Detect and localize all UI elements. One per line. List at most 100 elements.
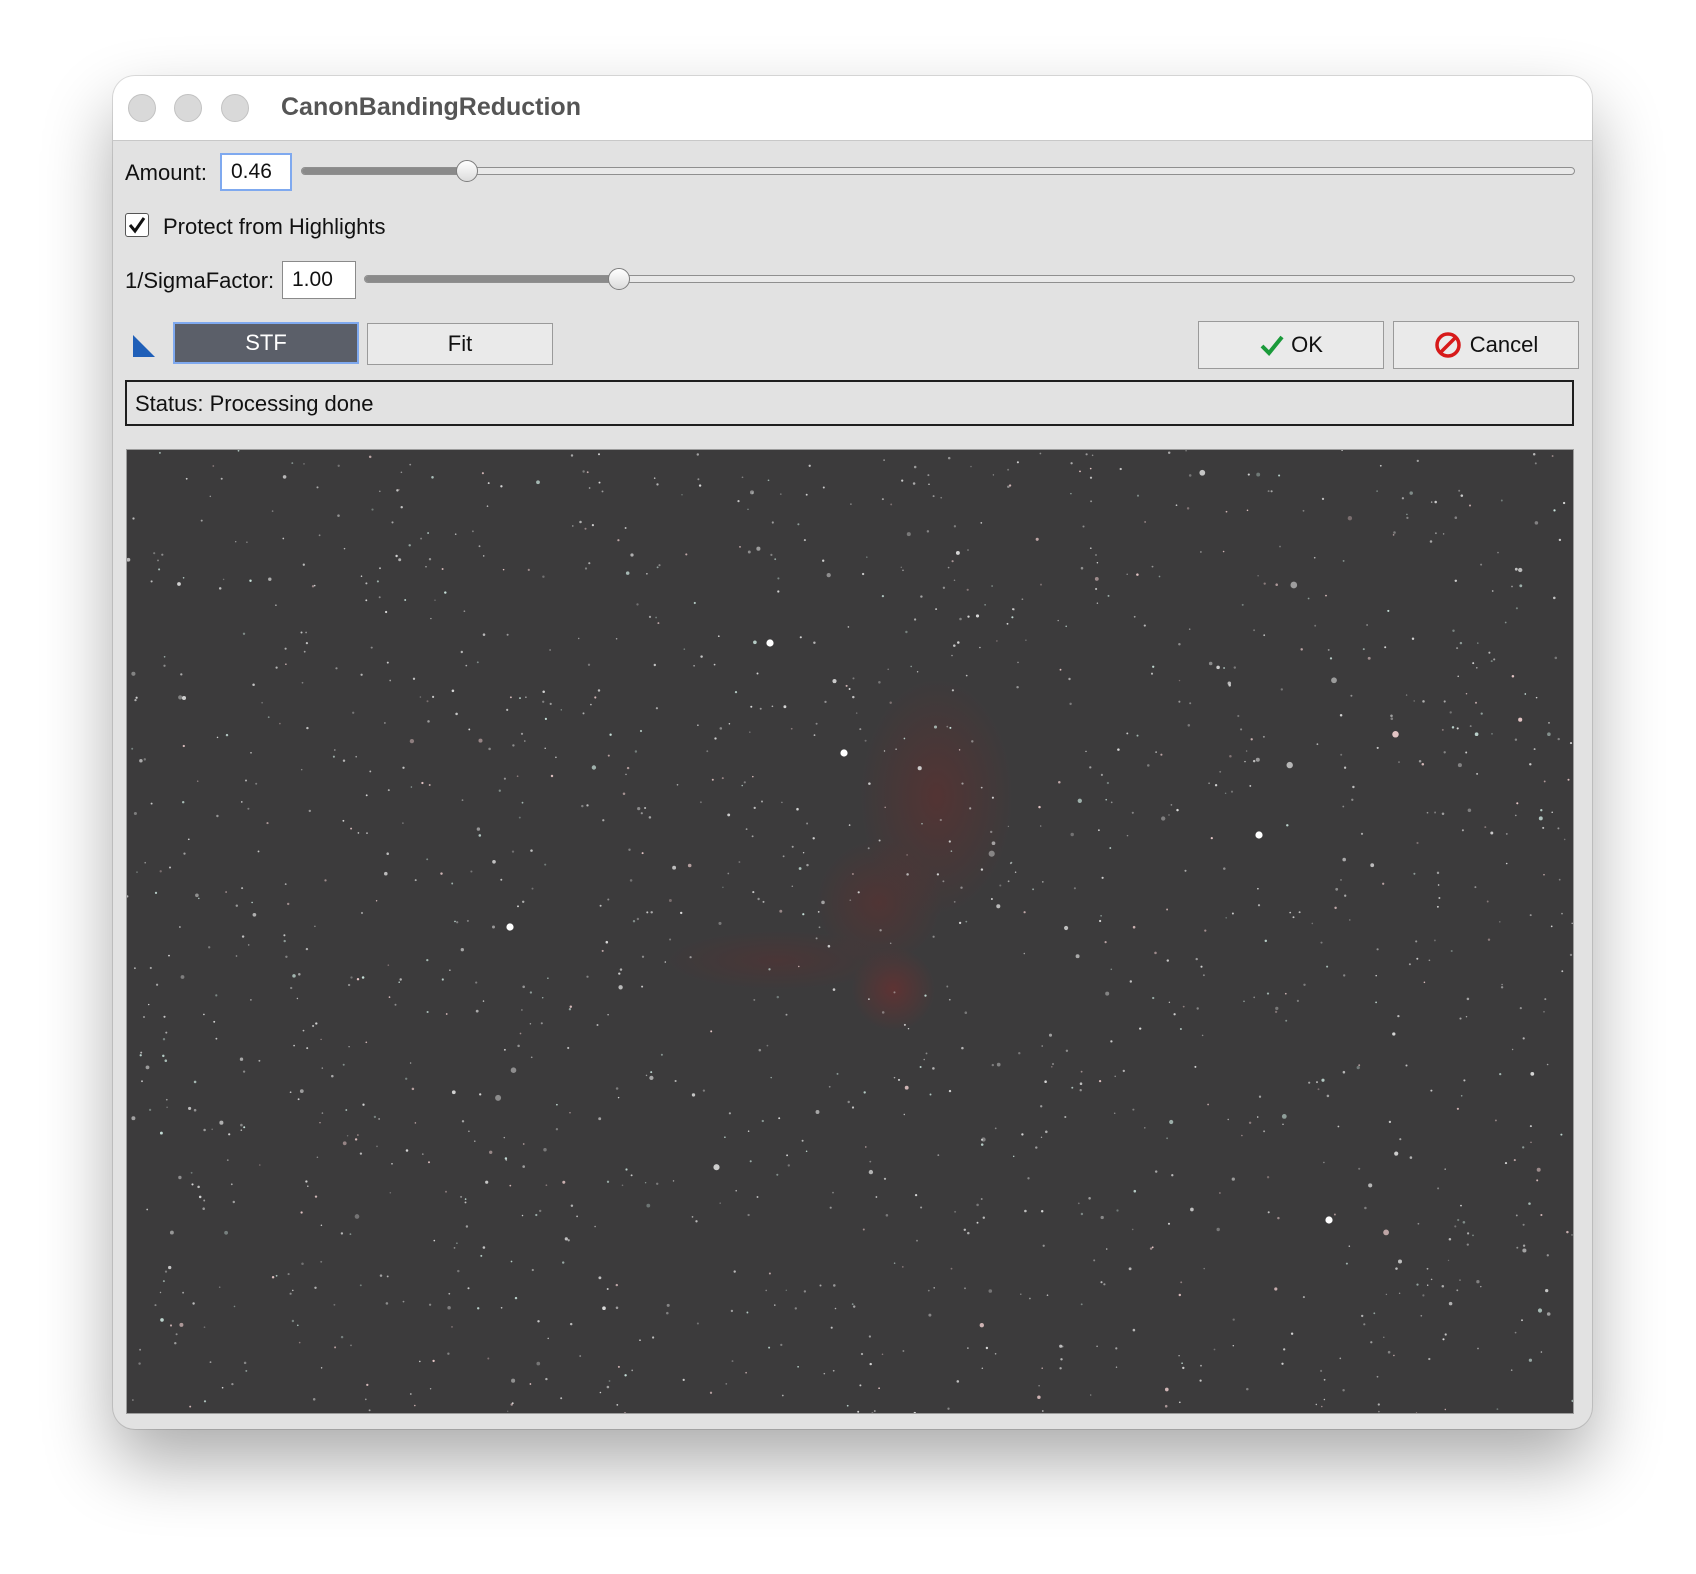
star: [313, 584, 316, 587]
star: [615, 1306, 619, 1310]
protect-highlights-checkbox[interactable]: [125, 213, 149, 237]
star: [827, 944, 831, 948]
star: [743, 781, 746, 784]
star: [451, 1090, 456, 1095]
ok-button[interactable]: OK: [1198, 321, 1384, 369]
star: [1466, 997, 1470, 1001]
star: [1384, 646, 1387, 649]
fit-button[interactable]: Fit: [367, 323, 553, 365]
star: [1105, 1248, 1108, 1250]
star: [203, 1128, 206, 1132]
star: [1516, 1246, 1519, 1249]
star: [1196, 1007, 1199, 1010]
star: [1094, 576, 1099, 581]
star: [1178, 1354, 1180, 1357]
star: [225, 891, 227, 893]
star: [883, 750, 886, 752]
star: [727, 813, 731, 817]
star: [1203, 1267, 1205, 1270]
star: [1522, 1037, 1525, 1040]
star: [999, 884, 1002, 887]
star: [1472, 662, 1475, 665]
star: [517, 1044, 520, 1048]
star: [883, 1177, 887, 1180]
star: [706, 750, 709, 753]
star: [271, 1275, 275, 1279]
star: [991, 796, 994, 799]
star: [873, 1410, 876, 1412]
star: [1376, 1375, 1379, 1378]
star: [893, 1262, 896, 1264]
sigma-input[interactable]: [282, 261, 356, 299]
star: [319, 1121, 321, 1124]
star: [398, 558, 402, 562]
amount-input[interactable]: [220, 153, 292, 191]
star: [696, 1322, 699, 1325]
star: [907, 1027, 910, 1030]
star: [646, 911, 649, 914]
star: [296, 997, 299, 1000]
star: [623, 1412, 627, 1413]
star: [900, 566, 903, 569]
star: [1388, 1120, 1392, 1124]
star: [337, 514, 340, 517]
star: [1255, 757, 1260, 762]
star: [753, 806, 756, 810]
star: [257, 850, 260, 853]
star: [1460, 1204, 1462, 1207]
star: [586, 975, 589, 978]
star: [1080, 1070, 1083, 1073]
bright-star: [766, 639, 774, 647]
star: [1378, 1410, 1380, 1413]
star: [1323, 1161, 1325, 1164]
star: [1463, 1079, 1466, 1082]
stf-button[interactable]: STF: [173, 322, 359, 364]
amount-slider-thumb[interactable]: [456, 160, 479, 182]
star: [368, 1409, 371, 1412]
close-window-button[interactable]: [128, 94, 156, 122]
star: [209, 495, 212, 498]
star: [1010, 861, 1013, 864]
cancel-button[interactable]: Cancel: [1393, 321, 1579, 369]
star: [154, 1304, 157, 1307]
star: [1096, 602, 1099, 604]
star: [378, 490, 381, 493]
star: [298, 973, 301, 976]
star: [1545, 1288, 1549, 1293]
amount-slider[interactable]: [301, 160, 1575, 182]
image-preview[interactable]: [126, 449, 1574, 1414]
star: [1166, 908, 1169, 911]
star: [1358, 1167, 1361, 1170]
star: [521, 1009, 523, 1011]
star: [979, 646, 981, 649]
star: [719, 1202, 721, 1204]
star: [318, 534, 321, 537]
star: [1006, 622, 1009, 625]
star: [848, 824, 851, 826]
corner-triangle-icon[interactable]: [133, 335, 155, 357]
zoom-window-button[interactable]: [221, 94, 249, 122]
star: [599, 1391, 602, 1394]
star: [500, 878, 503, 881]
sigma-slider[interactable]: [364, 268, 1575, 290]
star: [350, 976, 353, 979]
star: [1429, 540, 1433, 543]
star: [587, 663, 591, 666]
star: [852, 677, 855, 680]
minimize-window-button[interactable]: [174, 94, 202, 122]
sigma-slider-thumb[interactable]: [607, 268, 630, 290]
star: [221, 1386, 224, 1389]
star: [866, 556, 868, 558]
star: [1546, 1312, 1551, 1316]
star: [132, 1399, 134, 1401]
star: [674, 1079, 677, 1083]
star: [946, 985, 949, 988]
star: [1522, 1248, 1527, 1253]
star: [852, 695, 855, 699]
star: [163, 1015, 166, 1018]
star: [1178, 1401, 1181, 1404]
star: [384, 722, 386, 724]
star: [454, 533, 457, 535]
star: [305, 641, 309, 645]
star: [1454, 516, 1458, 519]
